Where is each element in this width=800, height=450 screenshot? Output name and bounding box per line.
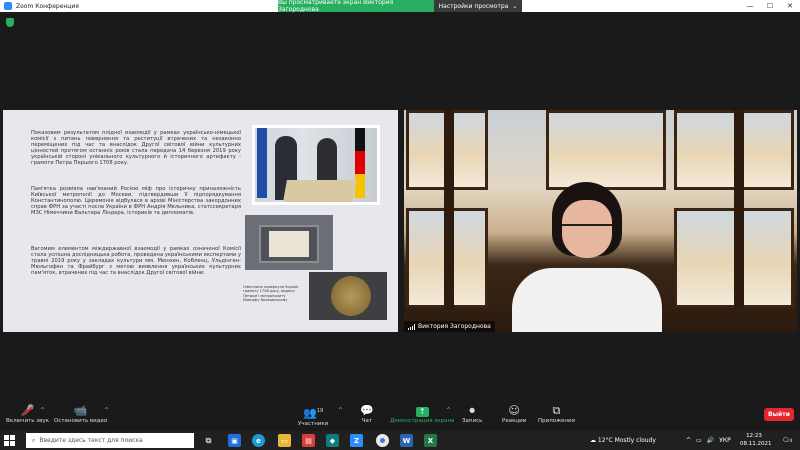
chevron-down-icon: ⌄ [512,2,518,10]
chat-button[interactable]: 💬 Чат [360,404,374,424]
file-explorer-icon[interactable]: ▭ [278,434,291,447]
bg-tree [444,110,454,310]
meeting-toolbar: 🎤 Включить звук ^ 📹 Остановить видео ^ 👥… [0,401,800,431]
taskbar-clock[interactable]: 12:23 08.11.2021 [740,432,772,448]
system-tray: ^ ▭ 🔊 УКР [686,431,731,450]
store-icon[interactable]: ▤ [302,434,315,447]
apps-label: Приложения [538,418,575,424]
weather-widget[interactable]: ☁ 12°C Mostly cloudy [590,431,656,450]
audio-options-caret-icon[interactable]: ^ [40,407,45,414]
record-icon: ⏺ [469,404,475,417]
document-figure [283,180,357,202]
bg-tree [734,110,744,310]
close-button[interactable]: ✕ [780,0,800,12]
participant-name: Виктория Загороднова [418,323,491,330]
stop-video-label: Остановить видео [54,418,108,424]
photo-caption: Німеччина повернула Україні грамоту 1708… [243,285,299,302]
reactions-button[interactable]: ☺ Реакции [502,404,526,424]
chat-bubble-icon: 💬 [360,404,374,417]
notification-count: 4 [789,438,793,443]
notification-icon: 🗨 [782,437,790,444]
file-app-icon[interactable]: ▣ [228,434,241,447]
clock-time: 12:23 [746,433,762,439]
chat-label: Чат [361,418,373,424]
seal-image [331,276,371,316]
edge-browser-icon[interactable]: e [252,434,265,447]
german-flag [355,128,365,198]
window-title: Zoom Конференция [16,2,79,10]
app-title: Zoom Конференция [0,2,79,10]
share-screen-label: Демонстрация экрана [390,418,455,424]
slide-paragraph-3: Вагомим елементом міждержавної взаємодії… [31,246,241,277]
ceremony-photo [252,125,380,205]
notifications-button[interactable]: 🗨 4 [782,431,792,450]
language-indicator[interactable]: УКР [719,437,731,444]
view-options-button[interactable]: Настройки просмотра ⌄ [434,0,522,12]
participants-caret-icon[interactable]: ^ [338,407,343,414]
muted-mic-icon: 🎤 [21,404,35,418]
participant-person [512,182,662,332]
view-options-label: Настройки просмотра [438,2,509,10]
app-icon[interactable]: ◆ [326,434,339,447]
charter-paper [269,231,309,257]
record-button[interactable]: ⏺ Запись [462,404,482,424]
share-screen-icon: ↑ [415,404,429,418]
video-camera-icon: 📹 [73,404,88,417]
reactions-label: Реакции [502,418,527,424]
excel-icon[interactable]: X [424,434,437,447]
search-placeholder: Введите здесь текст для поиска [39,437,143,444]
participant-name-tag: Виктория Загороднова [404,321,495,332]
apps-icon: ⧉ [552,404,561,417]
audio-level-icon [408,323,415,330]
windows-start-icon[interactable] [4,435,15,446]
slide-paragraph-2: Пам'ятка розвіяла нав'язаний Росією міф … [31,186,241,217]
bg-window-center [546,110,666,190]
charter-photo [245,215,333,270]
participants-count: 19 [316,408,324,414]
leave-meeting-button[interactable]: Выйти [764,408,794,421]
eu-flag [257,128,267,198]
chrome-icon[interactable] [376,434,389,447]
zoom-taskbar-icon[interactable]: Z [350,434,363,447]
slide-paragraph-1: Показовим результатом плідної взаємодії … [31,130,241,167]
windows-taskbar: ⌕ Введите здесь текст для поиска ⧉ ▣ e ▭… [0,431,800,450]
volume-icon[interactable]: 🔊 [707,437,714,444]
zoom-logo-icon [4,2,12,10]
share-banner: Вы просматриваете экран Виктория Загород… [278,0,434,13]
participants-label: Участники [298,420,329,427]
reactions-icon: ☺ [508,404,520,417]
person-body [512,268,662,332]
minimize-button[interactable]: — [740,0,760,12]
weather-text: 12°C Mostly cloudy [597,437,656,444]
stop-video-button[interactable]: 📹 Остановить видео [54,404,107,424]
person-glasses [562,224,612,234]
search-icon: ⌕ [32,436,36,444]
word-icon[interactable]: W [400,434,413,447]
task-view-icon[interactable]: ⧉ [202,434,215,447]
unmute-label: Включить звук [6,418,50,424]
participant-video [404,110,797,332]
video-options-caret-icon[interactable]: ^ [104,407,109,414]
record-label: Запись [462,418,483,424]
taskbar-search[interactable]: ⌕ Введите здесь текст для поиска [26,433,194,448]
apps-button[interactable]: ⧉ Приложения [538,404,575,424]
maximize-button[interactable]: ☐ [760,0,780,12]
shared-screen-slide: Показовим результатом плідної взаємодії … [3,110,398,332]
network-icon[interactable]: ▭ [696,437,702,444]
clock-date: 08.11.2021 [740,441,772,447]
seal-photo [309,272,387,320]
share-screen-button[interactable]: ↑ Демонстрация экрана [390,404,454,424]
window-controls: — ☐ ✕ [740,0,800,12]
security-shield-icon[interactable] [6,18,14,27]
tray-chevron-icon[interactable]: ^ [686,437,691,444]
participants-icon: 👥19 [303,406,324,420]
participants-button[interactable]: 👥19 Участники [298,404,328,427]
weather-cloud-icon: ☁ [590,437,598,444]
share-options-caret-icon[interactable]: ^ [446,407,451,414]
